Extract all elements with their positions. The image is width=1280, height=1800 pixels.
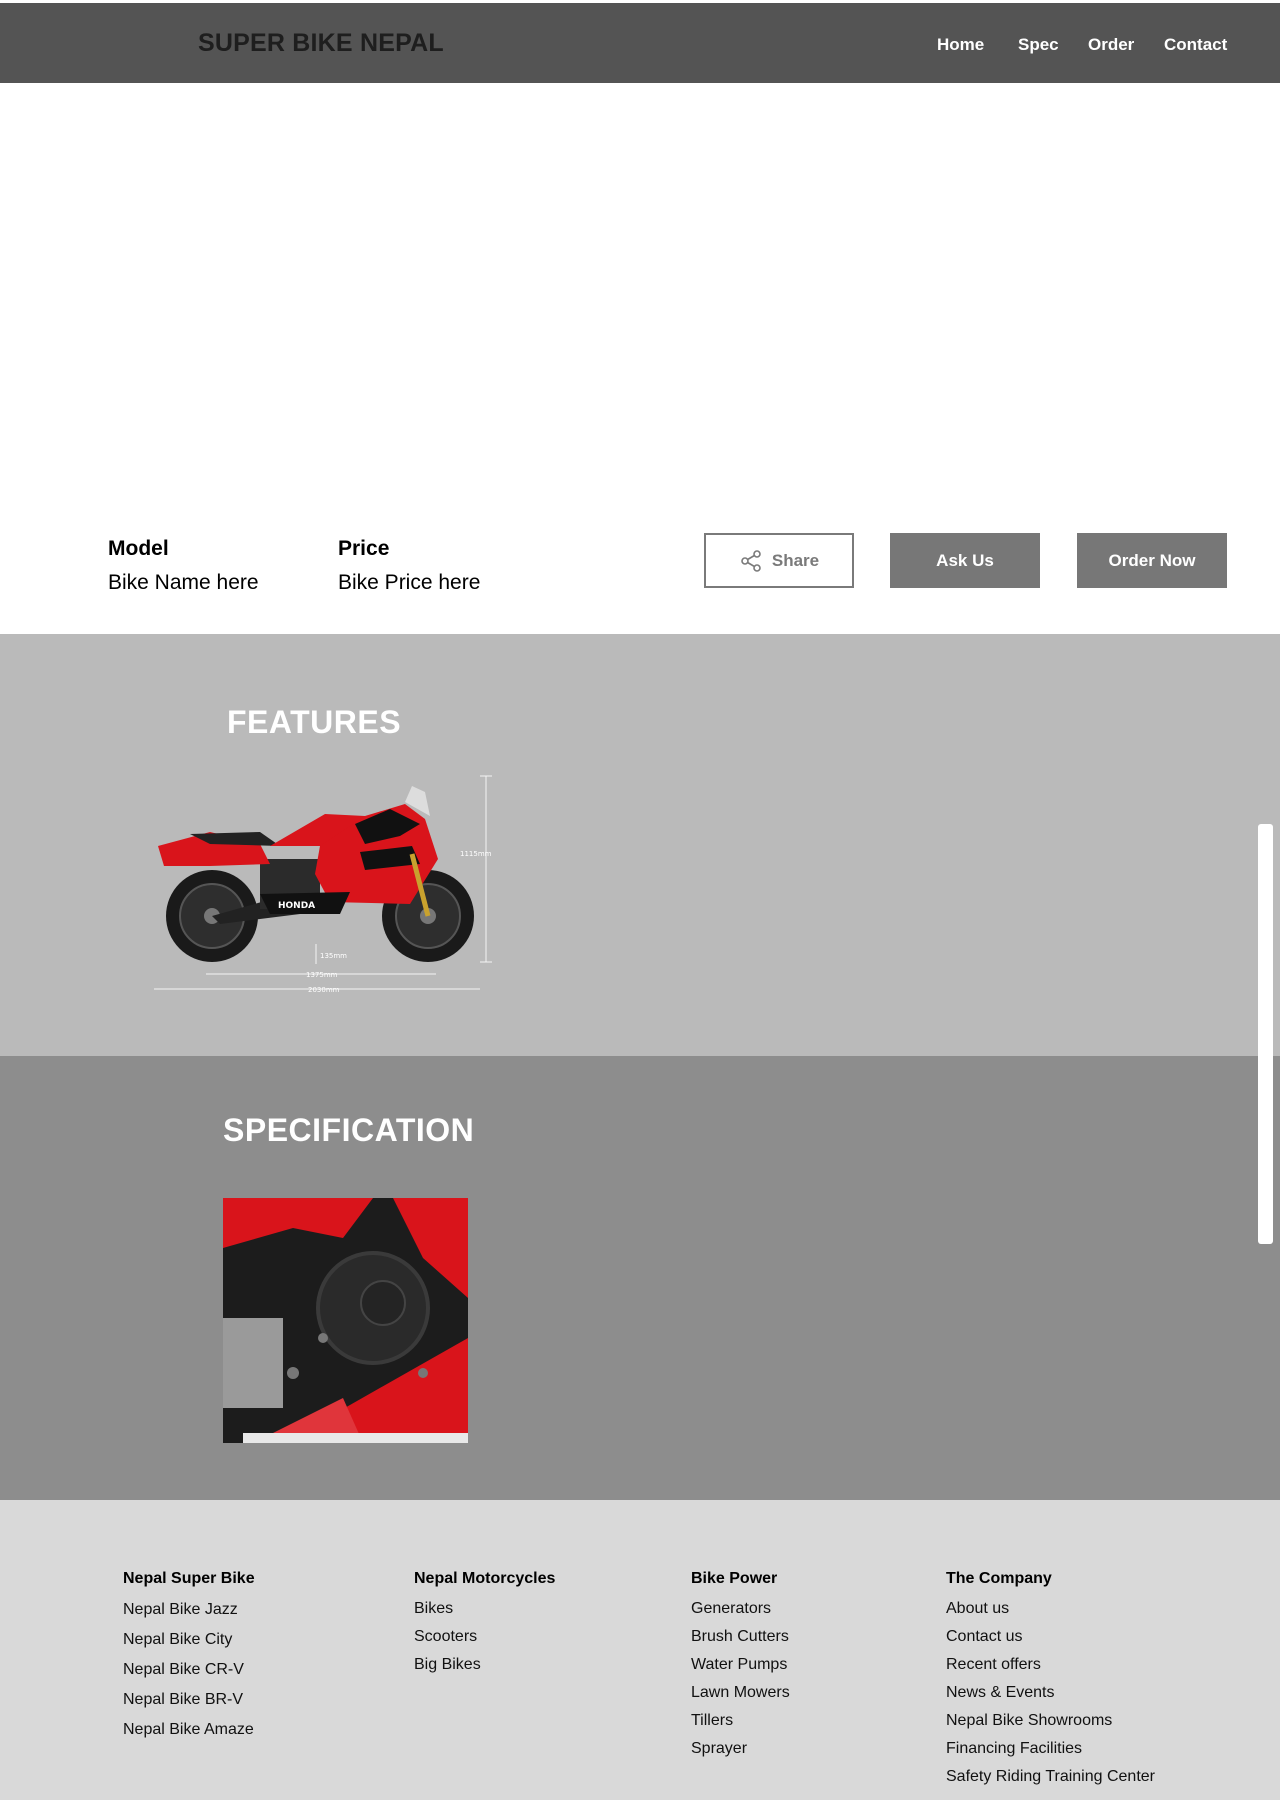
footer-link[interactable]: Brush Cutters — [691, 1623, 790, 1651]
nav-order[interactable]: Order — [1088, 35, 1134, 55]
ask-us-button[interactable]: Ask Us — [890, 533, 1040, 588]
footer-col-heading: Nepal Super Bike — [123, 1570, 255, 1587]
footer-link[interactable]: Contact us — [946, 1623, 1155, 1651]
price-label: Price — [338, 537, 390, 560]
footer-link[interactable]: Sprayer — [691, 1735, 790, 1763]
footer-link[interactable]: Bikes — [414, 1595, 555, 1623]
order-now-label: Order Now — [1108, 550, 1196, 570]
footer-link[interactable]: Nepal Bike Amaze — [123, 1715, 255, 1745]
footer-link[interactable]: Big Bikes — [414, 1651, 555, 1679]
footer-col-heading: Nepal Motorcycles — [414, 1570, 556, 1587]
features-section: FEATURES HONDA 1115mm 135mm 1375mm 2030m… — [0, 634, 1280, 1056]
ask-us-label: Ask Us — [936, 550, 994, 570]
footer-col-bike-power: Bike Power Generators Brush Cutters Wate… — [691, 1570, 790, 1763]
model-label: Model — [108, 537, 169, 560]
footer-link[interactable]: Nepal Bike BR-V — [123, 1685, 255, 1715]
specification-title: SPECIFICATION — [223, 1112, 475, 1148]
bike-side-dimension-image: HONDA 1115mm 135mm 1375mm 2030mm — [154, 775, 492, 994]
footer-link[interactable]: Nepal Bike Showrooms — [946, 1707, 1155, 1735]
footer-link[interactable]: Generators — [691, 1595, 790, 1623]
footer-link[interactable]: Nepal Bike Jazz — [123, 1595, 255, 1625]
footer-link[interactable]: Scooters — [414, 1623, 555, 1651]
dim-clearance-label: 135mm — [320, 952, 347, 960]
nav-contact[interactable]: Contact — [1164, 35, 1227, 55]
hero-area — [0, 83, 1280, 513]
top-nav-bar: SUPER BIKE NEPAL Home Spec Order Contact — [0, 3, 1280, 83]
nav-spec[interactable]: Spec — [1018, 35, 1059, 55]
footer-link[interactable]: About us — [946, 1595, 1155, 1623]
page-scrollbar[interactable] — [1258, 824, 1273, 1244]
nav-home[interactable]: Home — [937, 35, 984, 55]
footer-link[interactable]: Water Pumps — [691, 1651, 790, 1679]
footer-col-heading: The Company — [946, 1570, 1052, 1587]
dim-wheelbase-label: 1375mm — [306, 971, 338, 979]
share-icon — [741, 549, 761, 572]
footer-link[interactable]: Nepal Bike City — [123, 1625, 255, 1655]
features-title: FEATURES — [227, 704, 402, 740]
specification-section: SPECIFICATION — [0, 1056, 1280, 1500]
dim-height-label: 1115mm — [460, 850, 492, 858]
footer-link[interactable]: Safety Riding Training Center — [946, 1763, 1155, 1791]
engine-closeup-image — [223, 1198, 468, 1443]
model-value: Bike Name here — [108, 571, 259, 594]
share-button[interactable]: Share — [704, 533, 854, 588]
footer-link[interactable]: Tillers — [691, 1707, 790, 1735]
honda-logo: HONDA — [278, 901, 315, 911]
dim-length-label: 2030mm — [308, 986, 340, 994]
order-now-button[interactable]: Order Now — [1077, 533, 1227, 588]
footer-link[interactable]: Recent offers — [946, 1651, 1155, 1679]
footer-col-heading: Bike Power — [691, 1570, 778, 1587]
footer-col-company: The Company About us Contact us Recent o… — [946, 1570, 1155, 1791]
footer-col-super-bike: Nepal Super Bike Nepal Bike Jazz Nepal B… — [123, 1570, 255, 1745]
footer-link[interactable]: Nepal Bike CR-V — [123, 1655, 255, 1685]
brand-logo[interactable]: SUPER BIKE NEPAL — [198, 29, 444, 58]
footer-link[interactable]: Lawn Mowers — [691, 1679, 790, 1707]
price-value: Bike Price here — [338, 571, 481, 594]
footer-link[interactable]: News & Events — [946, 1679, 1155, 1707]
footer-link[interactable]: Financing Facilities — [946, 1735, 1155, 1763]
share-button-label: Share — [771, 550, 820, 570]
footer-col-motorcycles: Nepal Motorcycles Bikes Scooters Big Bik… — [414, 1570, 555, 1679]
